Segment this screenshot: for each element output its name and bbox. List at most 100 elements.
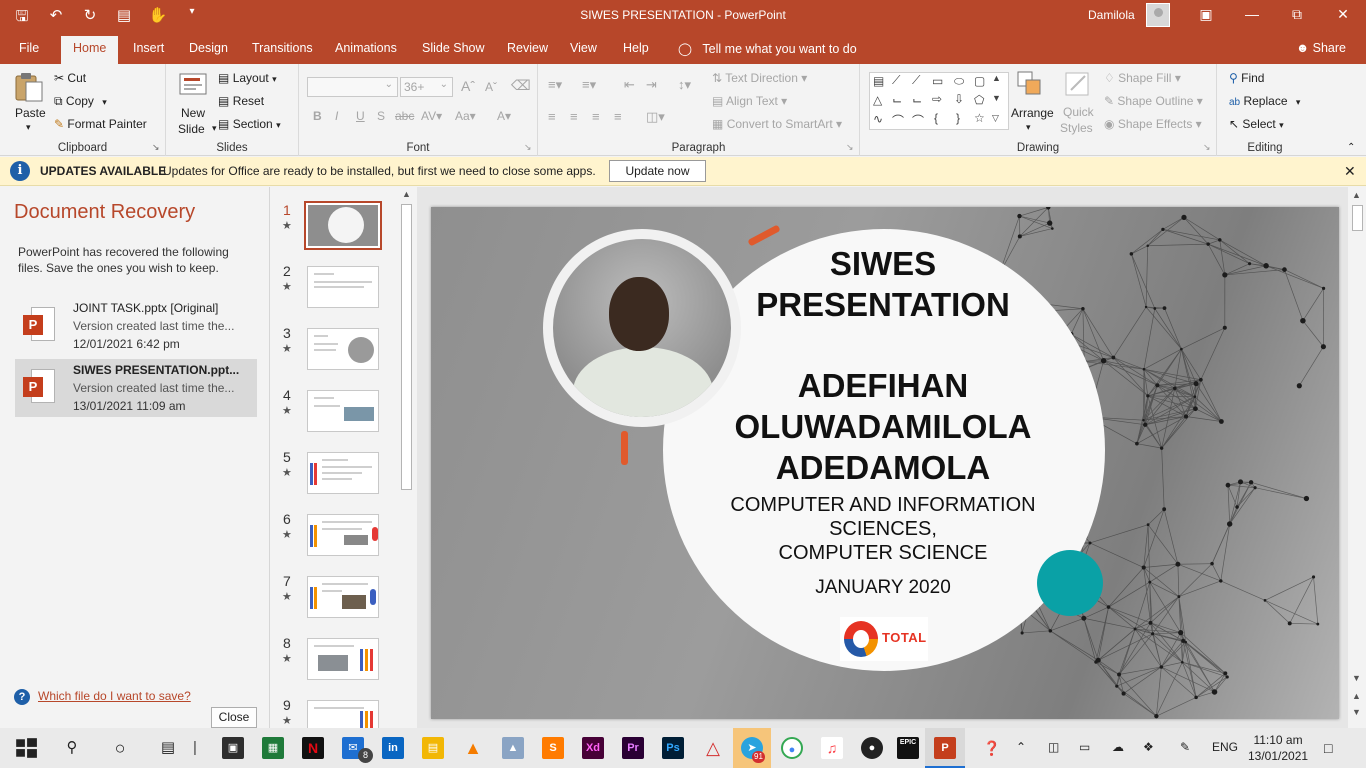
increase-font-icon[interactable]: Aˆ (461, 78, 475, 94)
close-recovery-button[interactable]: Close (211, 707, 257, 728)
copy-button[interactable]: ⧉ Copy ▾ (54, 94, 107, 109)
elbow-connector-icon[interactable]: ⌙ (912, 93, 922, 107)
scroll-up-icon[interactable]: ▲ (402, 189, 411, 199)
media-player-icon[interactable]: ● (861, 737, 883, 759)
canvas-scrollbar[interactable]: ▲ ▼ ▲ ▼ (1349, 187, 1366, 728)
slide-thumbnail[interactable] (307, 390, 379, 432)
shadow-icon[interactable]: S (377, 109, 385, 123)
share-button[interactable]: ☻ Share (1296, 41, 1346, 55)
dialog-launcher-icon[interactable]: ↘ (524, 142, 532, 153)
character-spacing-icon[interactable]: AV▾ (421, 109, 442, 123)
language-indicator[interactable]: ENG (1212, 740, 1238, 754)
shapes-gallery[interactable]: ▤ ⟋ ⟋ ▭ ⬭ ▢ △ ⌙ ⌙ ⇨ ⇩ ⬠ ∿ ⌒ ⌒ { } ☆ ▲ ▼ … (869, 72, 1009, 130)
help-icon[interactable]: ❓ (983, 740, 1000, 757)
font-color-icon[interactable]: A▾ (497, 109, 511, 123)
tab-animations[interactable]: Animations (335, 41, 397, 55)
triangle-shape-icon[interactable]: △ (873, 93, 882, 107)
replace-button[interactable]: ab Replace ▾ (1229, 94, 1300, 108)
scroll-up-icon[interactable]: ▲ (1352, 190, 1361, 200)
increase-indent-icon[interactable]: ⇥ (646, 77, 657, 93)
arc-shape-icon[interactable]: ⌒ (892, 112, 904, 129)
adobe-xd-icon[interactable]: Xd (582, 737, 604, 759)
battery-icon[interactable]: ▭ (1079, 740, 1090, 754)
italic-icon[interactable]: I (335, 109, 338, 123)
slide-thumbnail[interactable] (307, 576, 379, 618)
scrollbar-thumb[interactable] (1352, 205, 1363, 231)
collapse-ribbon-icon[interactable]: ⌃ (1347, 142, 1355, 153)
linkedin-icon[interactable]: in (382, 737, 404, 759)
bold-icon[interactable]: B (313, 109, 322, 123)
tab-slide-show[interactable]: Slide Show (422, 41, 485, 55)
slide-thumbnail[interactable] (304, 201, 382, 250)
format-painter-button[interactable]: ✎ Format Painter (54, 117, 147, 131)
dialog-launcher-icon[interactable]: ↘ (152, 142, 160, 153)
strikethrough-icon[interactable]: abc (395, 109, 414, 123)
restore-button[interactable]: ⧉ (1287, 6, 1307, 23)
textbox-shape-icon[interactable]: ▤ (873, 74, 884, 88)
powerpoint-icon[interactable]: P (934, 737, 956, 759)
numbering-icon[interactable]: ≡▾ (582, 77, 596, 93)
minimize-button[interactable]: — (1242, 6, 1262, 22)
show-hidden-icons-icon[interactable]: ⌃ (1016, 740, 1026, 754)
network-icon[interactable]: ☁ (1112, 740, 1124, 754)
search-icon[interactable]: ⚲ (60, 736, 84, 760)
freeform-shape-icon[interactable]: ∿ (873, 112, 883, 126)
windows-start-icon[interactable] (14, 736, 38, 760)
task-view-icon[interactable]: ▤ (156, 736, 180, 760)
line-spacing-icon[interactable]: ↕▾ (678, 77, 691, 93)
ribbon-display-options-icon[interactable]: ▣ (1196, 6, 1216, 23)
scrollbar-thumb[interactable] (401, 204, 412, 490)
epic-games-icon[interactable]: EPIC (897, 737, 919, 759)
netflix-icon[interactable]: N (302, 737, 324, 759)
dialog-launcher-icon[interactable]: ↘ (1203, 142, 1211, 153)
line-shape-icon[interactable]: ⟋ (912, 73, 920, 88)
avatar[interactable] (1146, 3, 1170, 27)
slide-thumbnail[interactable] (307, 638, 379, 680)
decrease-font-icon[interactable]: Aˇ (485, 80, 497, 94)
convert-smartart-button[interactable]: ▦ Convert to SmartArt ▾ (712, 117, 842, 131)
slide-thumbnail[interactable] (307, 328, 379, 370)
close-icon[interactable]: ✕ (1344, 163, 1356, 180)
expand-gallery-icon[interactable]: ▽ (992, 113, 999, 124)
columns-icon[interactable]: ◫▾ (646, 109, 665, 125)
sublime-text-icon[interactable]: S (542, 737, 564, 759)
decrease-indent-icon[interactable]: ⇤ (624, 77, 635, 93)
tab-file[interactable]: File (19, 41, 39, 55)
which-file-link[interactable]: Which file do I want to save? (38, 689, 191, 703)
thumbnails-scrollbar[interactable]: ▲ (399, 187, 414, 728)
layout-button[interactable]: ▤ Layout ▾ (218, 71, 277, 85)
text-direction-button[interactable]: ⇅ Text Direction ▾ (712, 71, 807, 85)
slide-thumbnail[interactable] (307, 700, 379, 728)
shape-effects-button[interactable]: ◉ Shape Effects ▾ (1104, 117, 1202, 131)
reset-button[interactable]: ▤ Reset (218, 94, 264, 108)
tell-me-search[interactable]: ◯ Tell me what you want to do (678, 41, 857, 56)
cortana-icon[interactable]: ○ (108, 736, 132, 760)
vlc-icon[interactable]: ▲ (462, 737, 484, 759)
tab-design[interactable]: Design (189, 41, 228, 55)
photos-app-icon[interactable]: ▲ (502, 737, 524, 759)
tab-transitions[interactable]: Transitions (252, 41, 313, 55)
align-text-button[interactable]: ▤ Align Text ▾ (712, 94, 787, 108)
underline-icon[interactable]: U (356, 109, 365, 123)
rectangle-shape-icon[interactable]: ▭ (932, 74, 943, 88)
star-shape-icon[interactable]: ☆ (974, 111, 985, 125)
dropbox-icon[interactable]: ❖ (1143, 740, 1154, 754)
pen-icon[interactable]: ✎ (1180, 740, 1190, 754)
tab-view[interactable]: View (570, 41, 597, 55)
tab-help[interactable]: Help (623, 41, 649, 55)
file-explorer-icon[interactable]: ▤ (422, 737, 444, 759)
photoshop-icon[interactable]: Ps (662, 737, 684, 759)
dialog-launcher-icon[interactable]: ↘ (846, 142, 854, 153)
elbow-connector-icon[interactable]: ⌙ (892, 93, 902, 107)
slide-thumbnail[interactable] (307, 514, 379, 556)
align-left-icon[interactable]: ≡ (548, 109, 556, 124)
find-button[interactable]: ⚲ Find (1229, 71, 1264, 85)
itunes-icon[interactable]: ♫ (821, 737, 843, 759)
font-name-dropdown[interactable]: ⌄ (307, 77, 398, 97)
user-name[interactable]: Damilola (1088, 8, 1135, 22)
align-right-icon[interactable]: ≡ (592, 109, 600, 124)
brace-shape-icon[interactable]: { (934, 111, 938, 125)
shape-outline-button[interactable]: ✎ Shape Outline ▾ (1104, 94, 1203, 108)
notifications-icon[interactable]: □ (1324, 740, 1332, 756)
pentagon-shape-icon[interactable]: ⬠ (974, 93, 984, 107)
